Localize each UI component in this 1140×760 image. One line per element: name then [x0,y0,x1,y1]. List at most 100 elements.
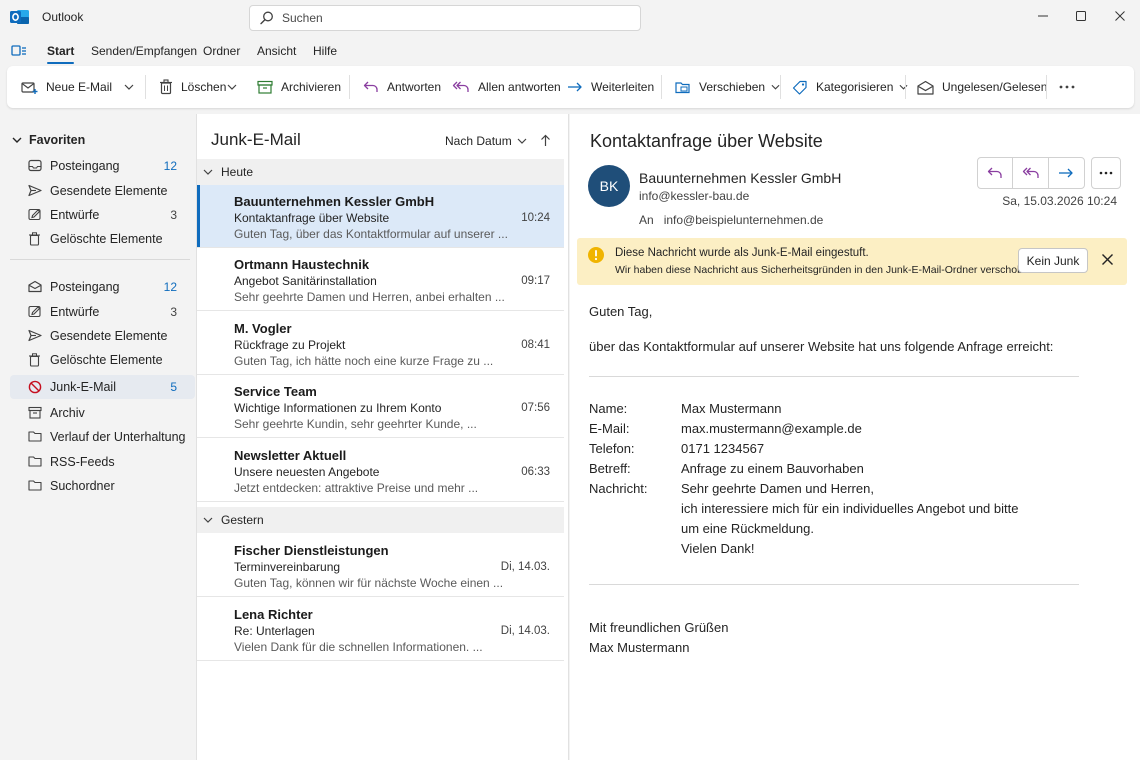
reply-all-button[interactable]: Allen antworten [452,66,561,108]
chevron-down-icon [12,137,22,143]
folder-item-gesendete-elemente-all[interactable]: Gesendete Elemente [10,324,195,348]
chevron-down-icon [203,517,213,523]
body-intro: über das Kontaktformular auf unserer Web… [589,339,1054,354]
archive-button[interactable]: Archivieren [257,66,341,108]
search-icon [260,11,274,25]
folder-pane: Favoriten Posteingang 12 Gesendete Eleme… [0,114,195,760]
archive-label: Archivieren [281,80,342,94]
message-item[interactable]: Bauunternehmen Kessler GmbH Kontaktanfra… [197,185,564,248]
categorize-button[interactable]: Kategorisieren [792,66,908,108]
new-mail-button[interactable]: Neue E-Mail [21,66,112,108]
folder-item-archiv[interactable]: Archiv [10,401,195,425]
folder-label: Verlauf der Unterhaltung [50,430,186,444]
folder-item-posteingang[interactable]: Posteingang 12 [10,154,195,178]
sender-name[interactable]: Bauunternehmen Kessler GmbH [639,170,841,186]
folder-item-entwuerfe-all[interactable]: Entwürfe 3 [10,300,195,324]
signature-name: Max Mustermann [589,640,690,655]
chevron-down-icon [203,169,213,175]
archive-icon [28,406,42,419]
close-window-button[interactable] [1097,0,1140,32]
reply-button[interactable]: Antworten [363,66,441,108]
folder-item-geloeschte-elemente[interactable]: Gelöschte Elemente [10,227,195,251]
dismiss-banner-button[interactable] [1101,253,1114,266]
unread-count: 12 [163,159,177,173]
delete-dropdown-button[interactable] [227,66,245,108]
tab-ordner[interactable]: Ordner [203,44,240,58]
message-preview: Guten Tag, ich hätte noch eine kurze Fra… [234,354,494,368]
message-preview: Sehr geehrte Damen und Herren, anbei erh… [234,290,505,304]
message-time: 10:24 [521,212,550,224]
tab-hilfe[interactable]: Hilfe [313,44,337,58]
sender-email[interactable]: info@kessler-bau.de [639,189,749,203]
folder-item-geloeschte-elemente-all[interactable]: Gelöschte Elemente [10,348,195,372]
folder-label: Suchordner [50,479,115,493]
reply-icon [988,167,1002,178]
message-date: Sa, 15.03.2026 10:24 [1002,194,1117,208]
reply-icon [363,81,378,92]
folder-divider [10,259,190,260]
message-line: Vielen Dank! [681,541,755,556]
calendar-mail-toggle-icon[interactable] [11,44,27,58]
new-mail-dropdown-button[interactable] [124,66,142,108]
avatar-initials: BK [599,178,619,194]
field-value-name: Max Mustermann [681,401,782,416]
ribbon-divider [349,75,350,99]
more-options-button[interactable] [1059,66,1083,108]
message-item[interactable]: M. Vogler Rückfrage zu Projekt Guten Tag… [197,312,564,375]
group-header-heute[interactable]: Heute [197,159,564,185]
message-time: 07:56 [521,402,550,414]
envelope-open-icon [917,80,934,95]
draft-count: 3 [170,305,177,319]
recipient-email[interactable]: info@beispielunternehmen.de [664,213,824,227]
message-subject: Angebot Sanitärinstallation [234,274,377,288]
new-mail-icon [21,81,38,94]
group-header-gestern[interactable]: Gestern [197,507,564,533]
folder-item-rss-feeds[interactable]: RSS-Feeds [10,450,195,474]
message-item[interactable]: Ortmann Haustechnik Angebot Sanitärinsta… [197,248,564,311]
forward-button[interactable] [1049,158,1084,188]
draft-count: 3 [170,208,177,222]
folder-title: Junk-E-Mail [211,130,301,149]
not-junk-button[interactable]: Kein Junk [1018,248,1088,273]
move-label: Verschieben [699,80,766,94]
message-item[interactable]: Service Team Wichtige Informationen zu I… [197,375,564,438]
move-button[interactable]: Verschieben [675,66,780,108]
field-label: Telefon: [589,441,635,456]
ribbon-divider [780,75,781,99]
field-label: Nachricht: [589,481,648,496]
folder-label: Gelöschte Elemente [50,353,163,367]
tab-start[interactable]: Start [47,44,75,64]
tab-ansicht[interactable]: Ansicht [257,44,296,58]
closing-line: Mit freundlichen Grüßen [589,620,729,635]
field-value-email[interactable]: max.mustermann@example.de [681,421,862,436]
message-item[interactable]: Fischer Dienstleistungen Terminvereinbar… [197,534,564,597]
sort-dropdown[interactable]: Nach Datum [445,134,527,148]
reply-all-button[interactable] [1013,158,1049,188]
folder-item-entwuerfe[interactable]: Entwürfe 3 [10,203,195,227]
favorites-label: Favoriten [29,133,86,147]
search-box[interactable] [249,5,641,31]
body-divider [589,584,1079,585]
reading-pane: Kontaktanfrage über Website BK Bauuntern… [570,114,1140,760]
menu-bar: Start Senden/Empfangen Ordner Ansicht Hi… [0,38,1140,64]
message-item[interactable]: Newsletter Aktuell Unsere neuesten Angeb… [197,439,564,502]
delete-button[interactable]: Löschen [159,66,226,108]
avatar[interactable]: BK [588,165,630,207]
favorites-header[interactable]: Favoriten [12,133,85,147]
message-more-button[interactable] [1091,157,1121,189]
message-item[interactable]: Lena Richter Re: Unterlagen Vielen Dank … [197,598,564,661]
reply-button[interactable] [978,158,1014,188]
folder-item-gesendete-elemente[interactable]: Gesendete Elemente [10,179,195,203]
minimize-icon [1038,15,1048,17]
folder-item-verlauf-der-unterhaltung[interactable]: Verlauf der Unterhaltung [10,425,195,449]
folder-item-suchordner[interactable]: Suchordner [10,474,195,498]
search-input[interactable] [282,8,622,28]
forward-button[interactable]: Weiterleiten [567,66,654,108]
folder-item-junk-e-mail[interactable]: Junk-E-Mail 5 [10,375,195,399]
unread-read-button[interactable]: Ungelesen/Gelesen [917,66,1047,108]
unread-read-label: Ungelesen/Gelesen [942,80,1048,94]
message-sender: Ortmann Haustechnik [234,257,370,272]
folder-item-posteingang-all[interactable]: Posteingang 12 [10,275,195,299]
sort-direction-button[interactable] [540,134,551,147]
tab-senden-empfangen[interactable]: Senden/Empfangen [91,44,197,58]
